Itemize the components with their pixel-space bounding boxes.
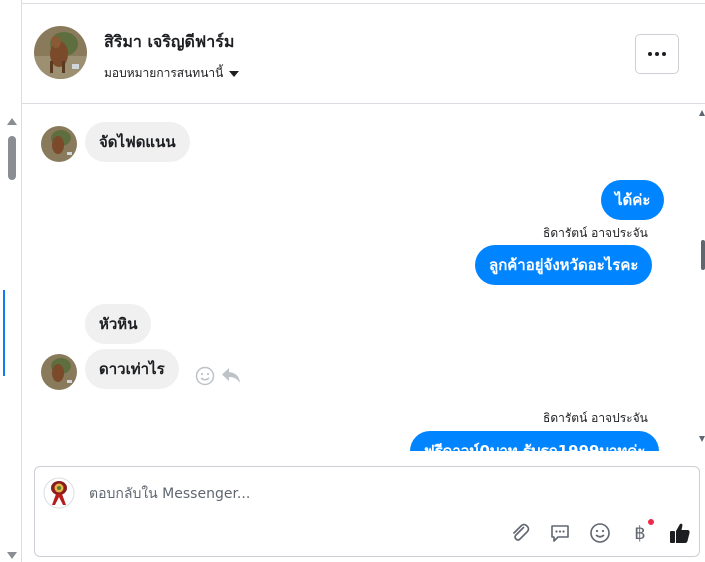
payment-button[interactable]: ฿ [627,518,655,546]
message-bubble-incoming[interactable]: หัวหิน [85,304,152,344]
emoji-icon [590,523,610,543]
like-button[interactable] [667,520,693,546]
contact-name[interactable]: สิริมา เจริญดีฟาร์ม [104,30,234,55]
thread-scroll-up-icon[interactable] [699,110,705,116]
caret-down-icon [229,70,240,77]
chat-bubble-icon [551,525,569,542]
message-bubble-outgoing[interactable]: ได้ค่ะ [601,180,665,220]
paperclip-icon [513,523,530,541]
react-emoji-icon[interactable] [195,366,215,386]
more-dot-icon [662,52,666,56]
more-dot-icon [655,52,659,56]
assign-label: มอบหมายการสนทนานี้ [104,66,224,80]
left-scrollbar-thumb[interactable] [8,136,16,180]
thumbs-up-icon [670,523,690,543]
assign-conversation-dropdown[interactable]: มอบหมายการสนทนานี้ [104,64,240,83]
scroll-down-arrow-icon[interactable] [7,552,17,559]
baht-icon: ฿ [634,522,646,544]
message-bubble-outgoing[interactable]: ลูกค้าอยู่จังหวัดอะไรคะ [475,245,653,285]
message-sender-name: ธิดารัตน์ อาจประจัน [543,411,648,425]
thread-scrollbar-thumb[interactable] [701,240,705,270]
reply-composer: ฿ [34,466,700,557]
emoji-button[interactable] [587,520,613,546]
reply-icon[interactable] [221,365,241,385]
attach-button[interactable] [507,520,533,546]
message-thread[interactable]: จัดไฟดแนน ได้ค่ะ ธิดารัตน์ อาจประจัน ลูก… [22,105,705,451]
saved-replies-button[interactable] [547,520,573,546]
left-panel-strip [0,0,22,562]
composer-toolbar: ฿ [507,518,693,546]
reply-input[interactable] [89,483,649,505]
conversation-header: สิริมา เจริญดีฟาร์ม มอบหมายการสนทนานี้ [22,4,705,104]
thread-scroll-down-icon[interactable] [699,436,705,442]
notification-dot [647,518,655,526]
message-sender-name: ธิดารัตน์ อาจประจัน [543,226,648,240]
contact-message-avatar[interactable] [41,126,77,162]
more-options-button[interactable] [635,34,679,74]
page-avatar [43,477,75,509]
message-bubble-outgoing[interactable]: ฟรีดาวน์0บาท รับรถ1999บาทค่ะ [410,431,660,451]
message-bubble-incoming[interactable]: จัดไฟดแนน [85,122,190,162]
contact-message-avatar[interactable] [41,354,77,390]
message-bubble-incoming[interactable]: ดาวเท่าไร [85,349,179,389]
contact-avatar[interactable] [34,26,87,79]
active-indicator [3,290,5,376]
more-dot-icon [648,52,652,56]
scroll-up-arrow-icon[interactable] [7,118,17,125]
